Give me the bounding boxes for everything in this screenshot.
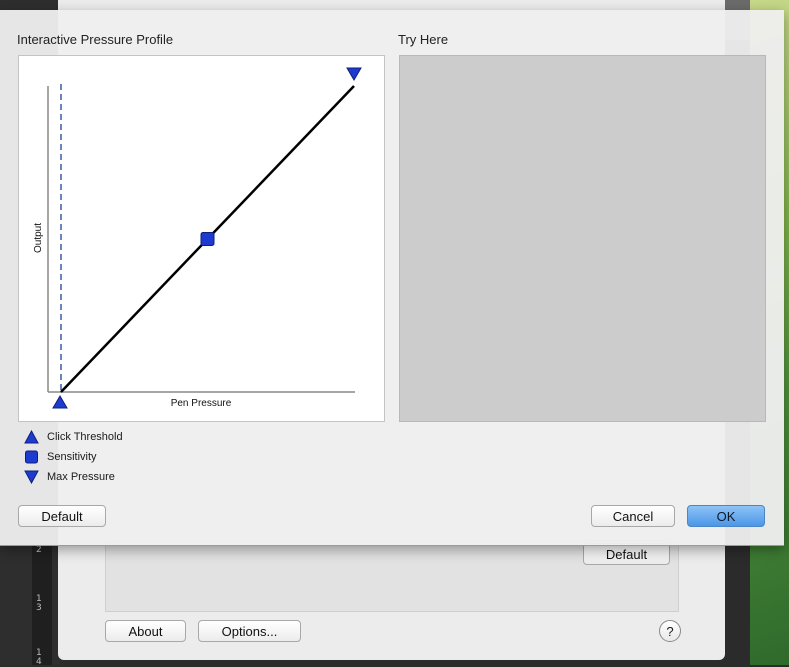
max-pressure-handle[interactable] — [346, 67, 362, 81]
ruler — [32, 540, 52, 665]
x-axis-label: Pen Pressure — [171, 398, 232, 409]
legend-sensitivity: Sensitivity — [24, 449, 97, 465]
pressure-graph[interactable]: Pen Pressure Output — [18, 55, 385, 422]
sensitivity-handle[interactable] — [200, 232, 215, 246]
ruler-number: 4 — [36, 657, 42, 667]
click-threshold-handle[interactable] — [52, 395, 68, 409]
ruler-number: 3 — [36, 603, 42, 613]
legend-label: Click Threshold — [47, 431, 123, 443]
pressure-graph-canvas: Pen Pressure Output — [33, 67, 362, 409]
about-button[interactable]: About — [105, 620, 186, 642]
help-button[interactable]: ? — [659, 620, 681, 642]
profile-title: Interactive Pressure Profile — [17, 32, 174, 47]
up-triangle-icon — [24, 430, 39, 444]
default-button[interactable]: Default — [18, 505, 106, 527]
ok-button[interactable]: OK — [687, 505, 765, 527]
down-triangle-icon — [24, 470, 39, 484]
try-here-area[interactable] — [399, 55, 766, 422]
y-axis-label: Output — [33, 223, 44, 253]
legend-click-threshold: Click Threshold — [24, 429, 123, 445]
pressure-profile-sheet: Interactive Pressure Profile Try Here Pe… — [0, 10, 784, 546]
options-button[interactable]: Options... — [198, 620, 301, 642]
underlying-default-button[interactable]: Default — [583, 543, 670, 565]
try-here-title: Try Here — [398, 32, 449, 47]
legend-label: Sensitivity — [47, 451, 97, 463]
square-icon — [25, 450, 38, 464]
legend-max-pressure: Max Pressure — [24, 469, 115, 485]
legend-label: Max Pressure — [47, 471, 115, 483]
cancel-button[interactable]: Cancel — [591, 505, 675, 527]
ruler-number: 2 — [36, 545, 42, 555]
